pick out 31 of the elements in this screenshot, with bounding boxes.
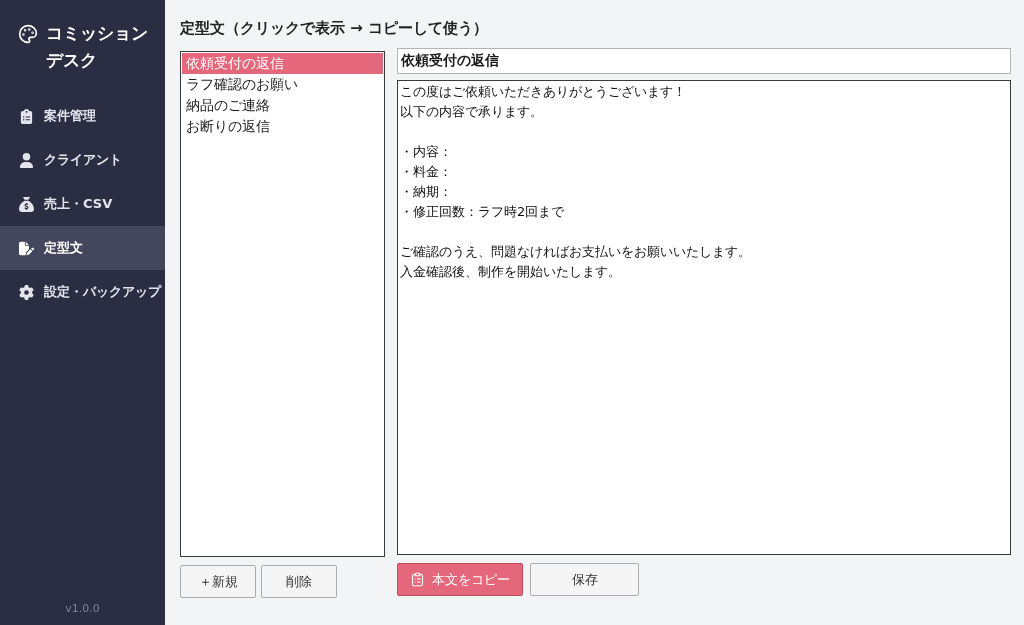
template-list-item[interactable]: 納品のご連絡 bbox=[182, 95, 383, 116]
palette-icon bbox=[18, 24, 38, 44]
file-pen-icon bbox=[19, 240, 34, 256]
nav-item[interactable]: 案件管理 bbox=[0, 94, 165, 138]
body-text-line: ・内容： bbox=[400, 143, 452, 161]
body-text-line: ご確認のうえ、問題なければお支払いをお願いいたします。 bbox=[400, 243, 751, 261]
nav-item[interactable]: クライアント bbox=[0, 138, 165, 182]
page-heading: 定型文（クリックで表示 → コピーして使う） bbox=[180, 18, 489, 39]
money-bag-icon bbox=[19, 196, 34, 212]
body-text-line: ・納期： bbox=[400, 183, 452, 201]
app-title: コミッションデスク bbox=[46, 22, 149, 72]
version-label: v1.0.0 bbox=[64, 602, 101, 615]
body-text-line: この度はご依頼いただきありがとうございます！ bbox=[400, 83, 686, 101]
template-list-item[interactable]: お断りの返信 bbox=[182, 116, 383, 137]
delete-button[interactable]: 削除 bbox=[261, 565, 337, 598]
user-icon bbox=[19, 152, 34, 168]
body-text-line: ・料金： bbox=[400, 163, 452, 181]
nav-item[interactable]: 売上・CSV bbox=[0, 182, 165, 226]
clipboard-icon bbox=[410, 572, 425, 587]
body-text-area[interactable]: この度はご依頼いただきありがとうございます！ 以下の内容で承ります。 ・内容： ・料金： ・納期： ・修正回数：ラフ時2回まで ご確認のうえ、問題なければお支払いをお願いいたします。 入金確認後、制作を開始いたします。 bbox=[397, 80, 1011, 555]
nav-item[interactable]: 設定・バックアップ bbox=[0, 270, 165, 314]
gear-icon bbox=[19, 284, 34, 300]
title-field[interactable]: 依頼受付の返信 bbox=[397, 48, 1011, 74]
clipboard-icon bbox=[19, 108, 34, 124]
body-text-line: 入金確認後、制作を開始いたします。 bbox=[400, 263, 621, 281]
body-text-line: 以下の内容で承ります。 bbox=[400, 103, 543, 121]
save-button[interactable]: 保存 bbox=[530, 563, 639, 596]
template-list-item[interactable]: ラフ確認のお願い bbox=[182, 74, 383, 95]
body-text-line: ・修正回数：ラフ時2回まで bbox=[400, 203, 565, 221]
nav-item[interactable]: 定型文 bbox=[0, 226, 165, 270]
new-button[interactable]: ＋新規 bbox=[180, 565, 256, 598]
